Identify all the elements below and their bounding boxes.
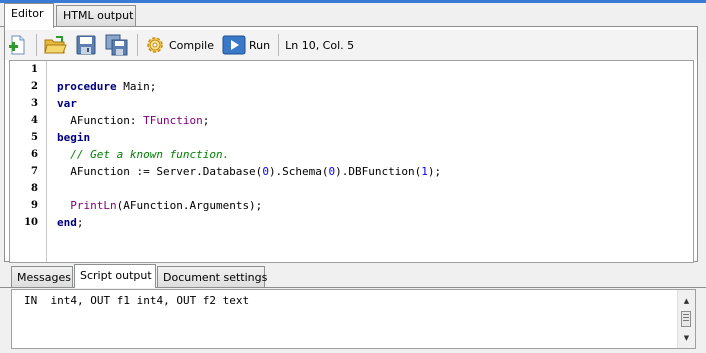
code-line: PrintLn(AFunction.Arguments); xyxy=(70,199,263,212)
line-number: 2 xyxy=(31,81,38,92)
toolbar-separator xyxy=(36,34,37,56)
line-number: 10 xyxy=(24,217,38,228)
code-area[interactable]: procedure Main; var AFunction: TFunction… xyxy=(57,61,441,231)
open-folder-icon xyxy=(44,36,67,54)
top-tab-bar: Editor HTML output xyxy=(0,3,706,28)
bottom-tab-bar: Messages Script output Document settings xyxy=(0,264,706,288)
toolbar: Compile Run Ln 10, Col. 5 xyxy=(5,30,697,60)
gear-icon xyxy=(147,37,163,53)
toolbar-separator xyxy=(137,34,138,56)
line-number: 4 xyxy=(31,115,38,126)
code-line: AFunction: TFunction; xyxy=(57,114,210,127)
run-button[interactable]: Run xyxy=(219,32,273,58)
line-number: 5 xyxy=(31,132,38,143)
save-all-button[interactable] xyxy=(102,32,132,58)
line-number-gutter: 1 2 3 4 5 6 7 8 9 10 xyxy=(10,61,47,262)
new-document-button[interactable] xyxy=(5,32,31,58)
tab-editor[interactable]: Editor xyxy=(4,3,54,28)
tab-messages[interactable]: Messages xyxy=(11,266,73,288)
scroll-down-arrow-icon[interactable]: ▼ xyxy=(678,330,695,347)
cursor-position: Ln 10, Col. 5 xyxy=(285,38,355,52)
compile-button[interactable]: Compile xyxy=(141,32,217,58)
line-number: 7 xyxy=(31,166,38,177)
compile-label: Compile xyxy=(169,38,214,52)
save-all-icon xyxy=(105,34,128,56)
scroll-thumb[interactable] xyxy=(681,311,691,327)
line-number: 6 xyxy=(31,149,38,160)
line-number: 9 xyxy=(31,200,38,211)
code-line: end; xyxy=(57,216,84,229)
code-line: // Get a known function. xyxy=(70,148,230,161)
run-label: Run xyxy=(249,38,271,52)
code-line: var xyxy=(57,97,77,110)
tab-document-settings[interactable]: Document settings xyxy=(157,266,267,288)
code-line: AFunction := Server.Database(0).Schema(0… xyxy=(57,165,442,178)
code-line: begin xyxy=(57,131,91,144)
script-output-text: IN int4, OUT f1 int4, OUT f2 text xyxy=(24,294,250,307)
line-number: 3 xyxy=(31,98,38,109)
tab-html-output[interactable]: HTML output xyxy=(56,5,136,27)
line-number: 8 xyxy=(31,183,38,194)
output-scrollbar[interactable]: ▲ ▼ xyxy=(677,290,695,348)
code-line: procedure Main; xyxy=(57,80,157,93)
scroll-up-arrow-icon[interactable]: ▲ xyxy=(678,293,695,310)
new-document-icon xyxy=(9,35,25,55)
play-icon xyxy=(222,35,246,55)
code-editor[interactable]: 1 2 3 4 5 6 7 8 9 10 procedure Main; var… xyxy=(9,60,694,263)
toolbar-separator xyxy=(278,34,280,56)
open-button[interactable] xyxy=(40,32,70,58)
script-output-panel[interactable]: IN int4, OUT f1 int4, OUT f2 text ▲ ▼ xyxy=(11,289,696,349)
save-icon xyxy=(76,35,96,55)
save-button[interactable] xyxy=(72,32,100,58)
tab-script-output[interactable]: Script output xyxy=(74,264,156,288)
line-number: 1 xyxy=(31,64,38,75)
